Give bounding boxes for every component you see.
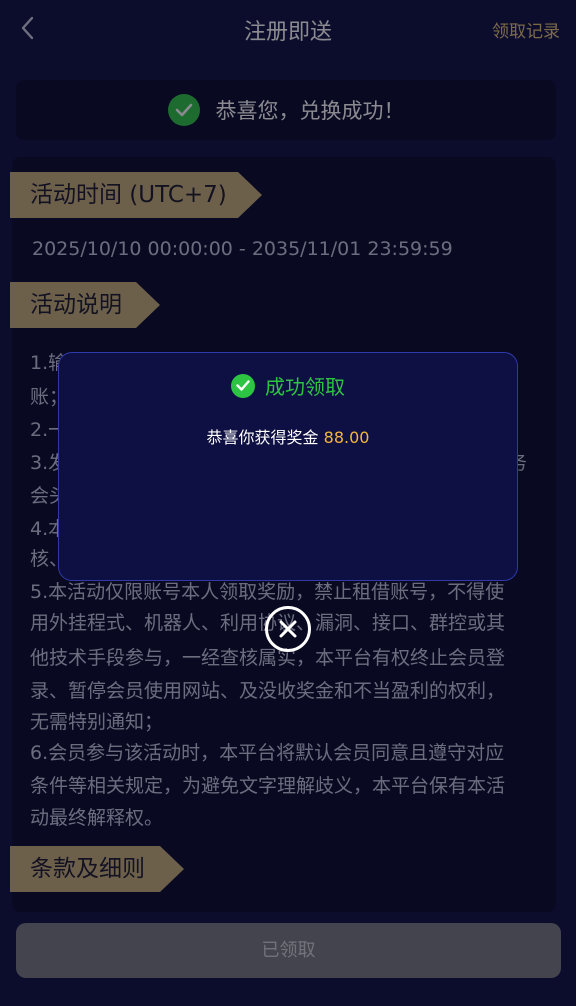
bonus-amount: 88.00 — [323, 428, 370, 447]
dialog-title: 成功领取 — [265, 375, 345, 399]
dialog-message: 恭喜你获得奖金 88.00 — [59, 424, 517, 448]
close-icon — [279, 620, 297, 638]
check-circle-icon — [231, 373, 255, 398]
dialog-title-row: 成功领取 — [59, 371, 517, 400]
dialog-message-text: 恭喜你获得奖金 — [206, 428, 319, 447]
close-dialog-button[interactable] — [265, 606, 311, 652]
success-dialog: 成功领取 恭喜你获得奖金 88.00 — [58, 352, 518, 581]
